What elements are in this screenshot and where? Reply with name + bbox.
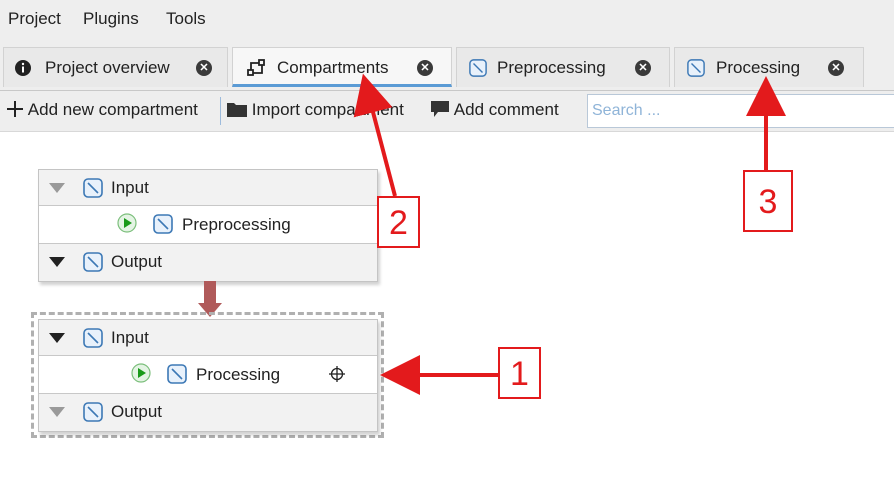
annotation-label-1: 1 (498, 347, 541, 399)
annotation-arrows (353, 73, 786, 395)
annotation-arrow-2 (353, 73, 397, 197)
annotation-label-3: 3 (743, 170, 793, 232)
annotation-label-2: 2 (377, 196, 420, 248)
